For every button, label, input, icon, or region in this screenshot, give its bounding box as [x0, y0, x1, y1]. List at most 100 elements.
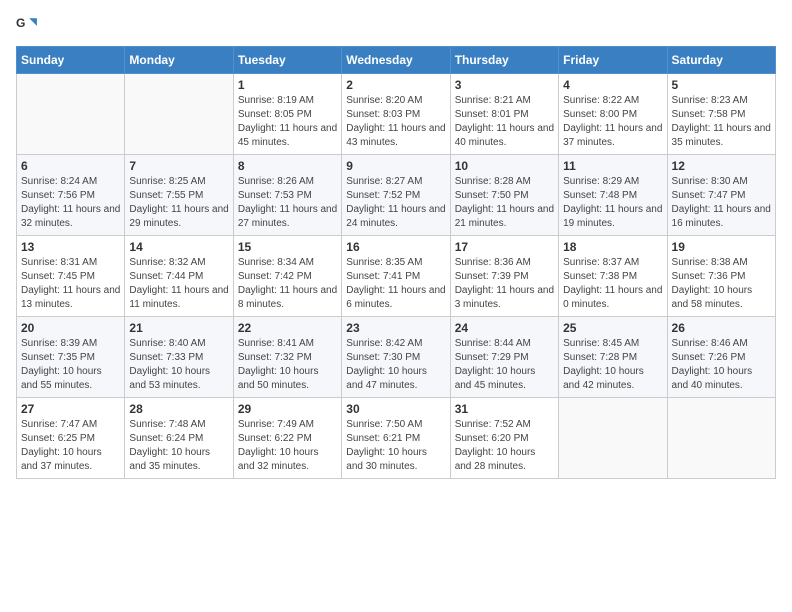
calendar-cell: 19 Sunrise: 8:38 AM Sunset: 7:36 PM Dayli… — [667, 236, 775, 317]
day-number: 13 — [21, 240, 120, 254]
calendar-cell: 8 Sunrise: 8:26 AM Sunset: 7:53 PM Daylig… — [233, 155, 341, 236]
day-number: 3 — [455, 78, 554, 92]
calendar-cell: 15 Sunrise: 8:34 AM Sunset: 7:42 PM Dayli… — [233, 236, 341, 317]
day-info: Sunrise: 8:44 AM Sunset: 7:29 PM Dayligh… — [455, 337, 554, 393]
calendar-cell: 2 Sunrise: 8:20 AM Sunset: 8:03 PM Daylig… — [342, 74, 450, 155]
day-info: Sunrise: 8:38 AM Sunset: 7:36 PM Dayligh… — [672, 256, 771, 312]
day-info: Sunrise: 8:28 AM Sunset: 7:50 PM Dayligh… — [455, 175, 554, 231]
calendar-cell: 9 Sunrise: 8:27 AM Sunset: 7:52 PM Daylig… — [342, 155, 450, 236]
calendar-week-1: 1 Sunrise: 8:19 AM Sunset: 8:05 PM Daylig… — [17, 74, 776, 155]
day-number: 22 — [238, 321, 337, 335]
day-number: 27 — [21, 402, 120, 416]
day-info: Sunrise: 8:42 AM Sunset: 7:30 PM Dayligh… — [346, 337, 445, 393]
day-number: 16 — [346, 240, 445, 254]
day-number: 20 — [21, 321, 120, 335]
calendar-header-row: SundayMondayTuesdayWednesdayThursdayFrid… — [17, 47, 776, 74]
day-info: Sunrise: 8:40 AM Sunset: 7:33 PM Dayligh… — [129, 337, 228, 393]
day-number: 30 — [346, 402, 445, 416]
svg-text:G: G — [16, 16, 25, 30]
day-info: Sunrise: 8:31 AM Sunset: 7:45 PM Dayligh… — [21, 256, 120, 312]
calendar-cell: 20 Sunrise: 8:39 AM Sunset: 7:35 PM Dayli… — [17, 317, 125, 398]
day-info: Sunrise: 8:22 AM Sunset: 8:00 PM Dayligh… — [563, 94, 662, 150]
day-header-tuesday: Tuesday — [233, 47, 341, 74]
calendar-cell: 11Sunrise: 8:29 AM Sunset: 7:48 PM Dayli… — [559, 155, 667, 236]
calendar-cell: 21 Sunrise: 8:40 AM Sunset: 7:33 PM Dayli… — [125, 317, 233, 398]
day-info: Sunrise: 7:49 AM Sunset: 6:22 PM Dayligh… — [238, 418, 337, 474]
day-number: 8 — [238, 159, 337, 173]
calendar-cell: 4 Sunrise: 8:22 AM Sunset: 8:00 PM Daylig… — [559, 74, 667, 155]
day-info: Sunrise: 8:21 AM Sunset: 8:01 PM Dayligh… — [455, 94, 554, 150]
calendar-cell: 24 Sunrise: 8:44 AM Sunset: 7:29 PM Dayli… — [450, 317, 558, 398]
page-header: G — [16, 16, 776, 38]
day-info: Sunrise: 8:24 AM Sunset: 7:56 PM Dayligh… — [21, 175, 120, 231]
calendar-cell — [17, 74, 125, 155]
calendar-cell: 29 Sunrise: 7:49 AM Sunset: 6:22 PM Dayli… — [233, 398, 341, 479]
calendar-week-3: 13 Sunrise: 8:31 AM Sunset: 7:45 PM Dayli… — [17, 236, 776, 317]
day-info: Sunrise: 8:23 AM Sunset: 7:58 PM Dayligh… — [672, 94, 771, 150]
day-info: Sunrise: 8:25 AM Sunset: 7:55 PM Dayligh… — [129, 175, 228, 231]
calendar-cell: 16 Sunrise: 8:35 AM Sunset: 7:41 PM Dayli… — [342, 236, 450, 317]
day-info: Sunrise: 7:48 AM Sunset: 6:24 PM Dayligh… — [129, 418, 228, 474]
day-header-saturday: Saturday — [667, 47, 775, 74]
calendar-week-4: 20 Sunrise: 8:39 AM Sunset: 7:35 PM Dayli… — [17, 317, 776, 398]
calendar-cell — [667, 398, 775, 479]
calendar-cell: 18 Sunrise: 8:37 AM Sunset: 7:38 PM Dayli… — [559, 236, 667, 317]
calendar-week-2: 6 Sunrise: 8:24 AM Sunset: 7:56 PM Daylig… — [17, 155, 776, 236]
day-info: Sunrise: 8:26 AM Sunset: 7:53 PM Dayligh… — [238, 175, 337, 231]
day-info: Sunrise: 8:45 AM Sunset: 7:28 PM Dayligh… — [563, 337, 662, 393]
day-number: 21 — [129, 321, 228, 335]
calendar-cell: 1 Sunrise: 8:19 AM Sunset: 8:05 PM Daylig… — [233, 74, 341, 155]
day-number: 14 — [129, 240, 228, 254]
calendar-cell: 27Sunrise: 7:47 AM Sunset: 6:25 PM Dayli… — [17, 398, 125, 479]
day-info: Sunrise: 8:19 AM Sunset: 8:05 PM Dayligh… — [238, 94, 337, 150]
calendar-cell: 12 Sunrise: 8:30 AM Sunset: 7:47 PM Dayli… — [667, 155, 775, 236]
day-number: 24 — [455, 321, 554, 335]
calendar-cell — [559, 398, 667, 479]
calendar-cell — [125, 74, 233, 155]
calendar-cell: 17Sunrise: 8:36 AM Sunset: 7:39 PM Dayli… — [450, 236, 558, 317]
day-info: Sunrise: 8:35 AM Sunset: 7:41 PM Dayligh… — [346, 256, 445, 312]
day-number: 28 — [129, 402, 228, 416]
day-header-wednesday: Wednesday — [342, 47, 450, 74]
calendar-cell: 31 Sunrise: 7:52 AM Sunset: 6:20 PM Dayli… — [450, 398, 558, 479]
calendar-cell: 13 Sunrise: 8:31 AM Sunset: 7:45 PM Dayli… — [17, 236, 125, 317]
day-header-monday: Monday — [125, 47, 233, 74]
day-info: Sunrise: 8:30 AM Sunset: 7:47 PM Dayligh… — [672, 175, 771, 231]
day-number: 1 — [238, 78, 337, 92]
day-number: 23 — [346, 321, 445, 335]
calendar-table: SundayMondayTuesdayWednesdayThursdayFrid… — [16, 46, 776, 479]
calendar-cell: 22Sunrise: 8:41 AM Sunset: 7:32 PM Dayli… — [233, 317, 341, 398]
day-number: 25 — [563, 321, 662, 335]
day-number: 5 — [672, 78, 771, 92]
day-number: 4 — [563, 78, 662, 92]
day-number: 19 — [672, 240, 771, 254]
day-info: Sunrise: 8:27 AM Sunset: 7:52 PM Dayligh… — [346, 175, 445, 231]
day-info: Sunrise: 8:34 AM Sunset: 7:42 PM Dayligh… — [238, 256, 337, 312]
calendar-cell: 30Sunrise: 7:50 AM Sunset: 6:21 PM Dayli… — [342, 398, 450, 479]
day-info: Sunrise: 8:37 AM Sunset: 7:38 PM Dayligh… — [563, 256, 662, 312]
calendar-cell: 25 Sunrise: 8:45 AM Sunset: 7:28 PM Dayli… — [559, 317, 667, 398]
day-number: 12 — [672, 159, 771, 173]
calendar-week-5: 27Sunrise: 7:47 AM Sunset: 6:25 PM Dayli… — [17, 398, 776, 479]
calendar-cell: 3 Sunrise: 8:21 AM Sunset: 8:01 PM Daylig… — [450, 74, 558, 155]
day-number: 9 — [346, 159, 445, 173]
day-info: Sunrise: 8:39 AM Sunset: 7:35 PM Dayligh… — [21, 337, 120, 393]
day-number: 29 — [238, 402, 337, 416]
logo: G — [16, 16, 42, 38]
calendar-cell: 5 Sunrise: 8:23 AM Sunset: 7:58 PM Daylig… — [667, 74, 775, 155]
day-info: Sunrise: 8:46 AM Sunset: 7:26 PM Dayligh… — [672, 337, 771, 393]
day-number: 6 — [21, 159, 120, 173]
day-number: 7 — [129, 159, 228, 173]
day-number: 15 — [238, 240, 337, 254]
day-number: 26 — [672, 321, 771, 335]
calendar-cell: 26 Sunrise: 8:46 AM Sunset: 7:26 PM Dayli… — [667, 317, 775, 398]
calendar-cell: 10Sunrise: 8:28 AM Sunset: 7:50 PM Dayli… — [450, 155, 558, 236]
day-number: 31 — [455, 402, 554, 416]
day-info: Sunrise: 8:20 AM Sunset: 8:03 PM Dayligh… — [346, 94, 445, 150]
day-number: 2 — [346, 78, 445, 92]
day-number: 18 — [563, 240, 662, 254]
day-info: Sunrise: 8:29 AM Sunset: 7:48 PM Dayligh… — [563, 175, 662, 231]
day-info: Sunrise: 8:36 AM Sunset: 7:39 PM Dayligh… — [455, 256, 554, 312]
day-info: Sunrise: 7:52 AM Sunset: 6:20 PM Dayligh… — [455, 418, 554, 474]
calendar-cell: 14Sunrise: 8:32 AM Sunset: 7:44 PM Dayli… — [125, 236, 233, 317]
